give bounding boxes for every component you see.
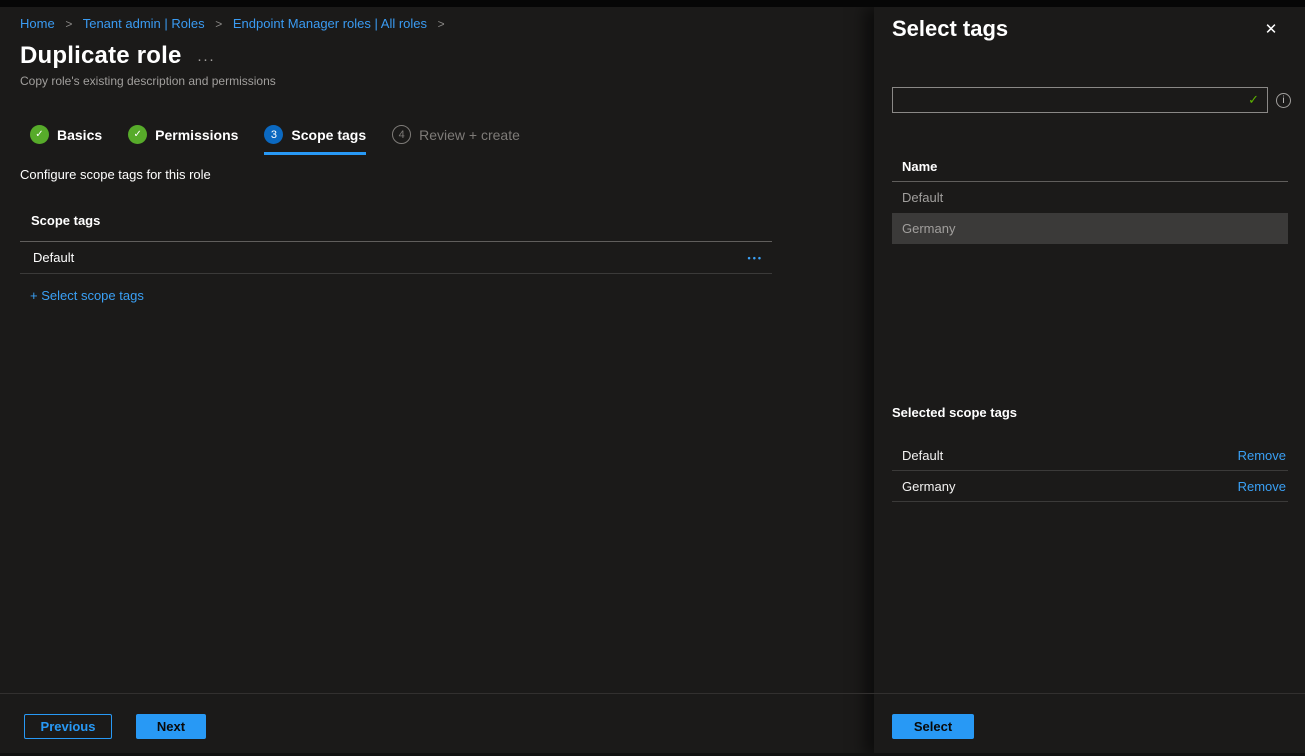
tab-permissions[interactable]: ✓ Permissions	[128, 125, 238, 155]
tab-review-create[interactable]: 4 Review + create	[392, 125, 520, 155]
page-subtitle: Copy role's existing description and per…	[20, 74, 276, 88]
tag-name: Germany	[902, 221, 955, 236]
window-top-edge	[0, 0, 1305, 7]
list-item-default[interactable]: Default	[892, 182, 1288, 213]
breadcrumb-link-home[interactable]: Home	[20, 16, 55, 31]
remove-link[interactable]: Remove	[1238, 448, 1286, 463]
tag-search-field: ✓	[892, 87, 1268, 113]
table-row: Germany Remove	[892, 471, 1288, 502]
next-button[interactable]: Next	[136, 714, 206, 739]
tab-basics-label: Basics	[57, 127, 102, 143]
tag-search-input[interactable]	[893, 88, 1248, 112]
footer-divider	[0, 693, 1305, 694]
select-button[interactable]: Select	[892, 714, 974, 739]
selected-tag-name: Default	[902, 448, 943, 463]
tab-review-create-label: Review + create	[419, 127, 520, 143]
select-tags-panel: Select tags ✕ ✓ i Name Default Germany S…	[874, 7, 1305, 756]
step-number-badge: 3	[264, 125, 283, 144]
close-icon[interactable]: ✕	[1260, 18, 1282, 40]
step-number-badge: 4	[392, 125, 411, 144]
step-complete-check-icon: ✓	[128, 125, 147, 144]
info-icon[interactable]: i	[1276, 93, 1291, 108]
valid-check-icon: ✓	[1248, 92, 1259, 108]
select-scope-tags-link[interactable]: + Select scope tags	[30, 288, 144, 303]
selected-scope-tags-list: Default Remove Germany Remove	[892, 440, 1288, 502]
table-row[interactable]: Default •••	[20, 241, 772, 274]
row-context-menu-icon[interactable]: •••	[748, 253, 763, 263]
breadcrumb-separator: >	[215, 17, 222, 31]
name-column-header: Name	[902, 159, 937, 174]
breadcrumb: Home > Tenant admin | Roles > Endpoint M…	[20, 16, 452, 31]
title-context-menu-icon[interactable]: ···	[197, 51, 215, 68]
breadcrumb-link-tenant-admin-roles[interactable]: Tenant admin | Roles	[83, 16, 205, 31]
tag-name: Default	[902, 190, 943, 205]
wizard-steps: ✓ Basics ✓ Permissions 3 Scope tags 4 Re…	[30, 125, 520, 155]
step-instruction-text: Configure scope tags for this role	[20, 167, 211, 182]
previous-button[interactable]: Previous	[24, 714, 112, 739]
breadcrumb-separator: >	[438, 17, 445, 31]
table-row: Default Remove	[892, 440, 1288, 471]
remove-link[interactable]: Remove	[1238, 479, 1286, 494]
selected-tag-name: Germany	[902, 479, 955, 494]
scope-tags-table: Scope tags Default •••	[20, 205, 772, 274]
selected-scope-tags-header: Selected scope tags	[892, 405, 1017, 420]
breadcrumb-separator: >	[65, 17, 72, 31]
scope-tags-column-header: Scope tags	[20, 205, 772, 241]
list-item-germany-selected[interactable]: Germany	[892, 213, 1288, 244]
page-title: Duplicate role	[20, 42, 182, 70]
panel-title: Select tags	[892, 16, 1008, 42]
tab-scope-tags-label: Scope tags	[291, 127, 366, 143]
tab-scope-tags[interactable]: 3 Scope tags	[264, 125, 366, 155]
tab-permissions-label: Permissions	[155, 127, 238, 143]
step-complete-check-icon: ✓	[30, 125, 49, 144]
breadcrumb-link-endpoint-manager-roles[interactable]: Endpoint Manager roles | All roles	[233, 16, 427, 31]
scope-tag-name: Default	[33, 250, 74, 265]
tab-basics[interactable]: ✓ Basics	[30, 125, 102, 155]
main-content-area: Home > Tenant admin | Roles > Endpoint M…	[0, 7, 874, 756]
